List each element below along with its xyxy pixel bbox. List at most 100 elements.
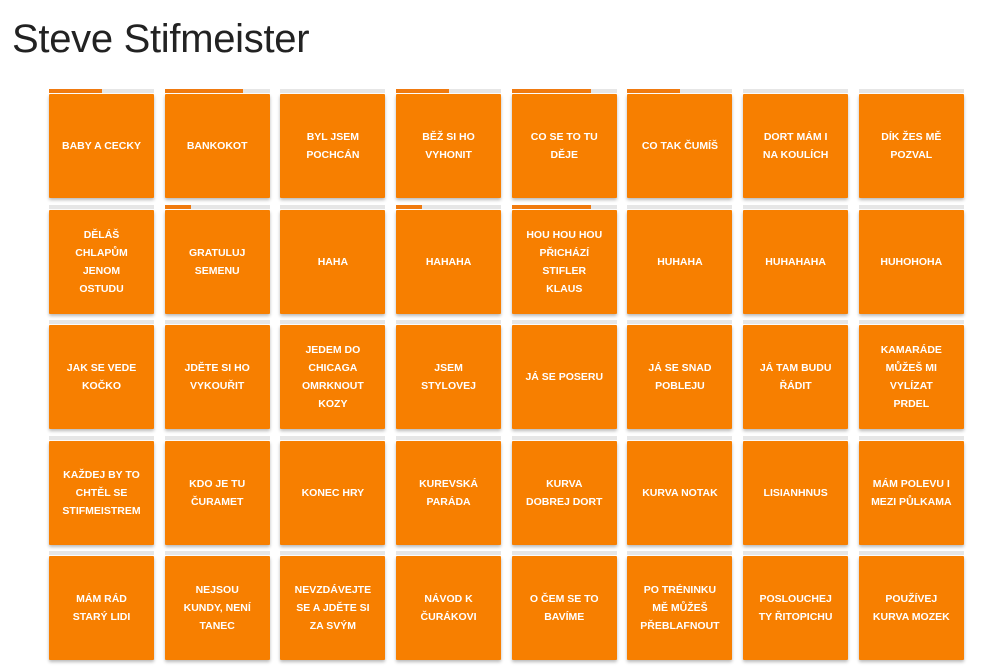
sound-tile: JÁ SE POSERU bbox=[511, 320, 617, 429]
sound-button-label: KURVA DOBREJ DORT bbox=[526, 477, 603, 508]
playback-progress-fill bbox=[396, 204, 423, 209]
sound-button[interactable]: KURVA NOTAK bbox=[627, 440, 733, 545]
sound-button[interactable]: KAŽDEJ BY TO CHTĚL SE STIFMEISTREM bbox=[49, 440, 154, 545]
sound-tile: KONEC HRY bbox=[280, 435, 386, 545]
playback-progress-track bbox=[858, 204, 964, 209]
sound-button[interactable]: JAK SE VEDE KOČKO bbox=[49, 325, 154, 429]
playback-progress-track bbox=[627, 435, 733, 440]
sound-button[interactable]: DÍK ŽES MĚ POZVAL bbox=[858, 94, 964, 198]
sound-button[interactable]: POSLOUCHEJ TY ŘITOPICHU bbox=[743, 556, 849, 660]
sound-button[interactable]: BABY A CECKY bbox=[49, 94, 154, 198]
playback-progress-track bbox=[164, 320, 270, 324]
sound-button[interactable]: HUHOHOHA bbox=[858, 209, 964, 314]
playback-progress-track bbox=[511, 204, 617, 209]
playback-progress-track bbox=[743, 551, 849, 555]
sound-button-label: HUHAHAHA bbox=[765, 255, 826, 268]
sound-tile: CO SE TO TU DĚJE bbox=[511, 89, 617, 198]
playback-progress-track bbox=[396, 204, 502, 209]
sound-tile: PO TRÉNINKU MĚ MŮŽEŠ PŘEBLAFNOUT bbox=[627, 551, 733, 660]
sound-button[interactable]: MÁM POLEVU I MEZI PŮLKAMA bbox=[858, 440, 964, 545]
sound-button[interactable]: HOU HOU HOU PŘICHÁZÍ STIFLER KLAUS bbox=[511, 209, 617, 314]
sound-tile: DORT MÁM I NA KOULÍCH bbox=[743, 89, 849, 198]
sound-tile: JEDEM DO CHICAGA OMRKNOUT KOZY bbox=[280, 320, 386, 429]
playback-progress-track bbox=[49, 204, 154, 209]
sound-button[interactable]: JÁ SE POSERU bbox=[511, 325, 617, 429]
sound-tile: JSEM STYLOVEJ bbox=[396, 320, 502, 429]
sound-button[interactable]: BYL JSEM POCHCÁN bbox=[280, 94, 386, 198]
sound-tile: JÁ SE SNAD POBLEJU bbox=[627, 320, 733, 429]
sound-button[interactable]: KURVA DOBREJ DORT bbox=[511, 440, 617, 545]
sound-button-label: BĚŽ SI HO VYHONIT bbox=[422, 131, 475, 161]
playback-progress-track bbox=[396, 435, 502, 440]
sound-button-label: PO TRÉNINKU MĚ MŮŽEŠ PŘEBLAFNOUT bbox=[640, 584, 720, 632]
sound-button[interactable]: HUHAHA bbox=[627, 209, 733, 314]
sound-tile: HAHAHA bbox=[396, 204, 502, 314]
sound-button[interactable]: HUHAHAHA bbox=[743, 209, 849, 314]
playback-progress-track bbox=[511, 435, 617, 440]
sound-button[interactable]: KAMARÁDE MŮŽEŠ MI VYLÍZAT PRDEL bbox=[858, 325, 964, 429]
page-title: Steve Stifmeister bbox=[12, 17, 310, 61]
sound-button-label: CO TAK ČUMÍŠ bbox=[641, 140, 719, 152]
sound-button[interactable]: KONEC HRY bbox=[280, 440, 386, 545]
playback-progress-track bbox=[49, 551, 154, 555]
sound-button[interactable]: KDO JE TU ČURAMET bbox=[164, 440, 270, 545]
sound-button[interactable]: LISIANHNUS bbox=[743, 440, 849, 545]
sound-button[interactable]: HAHAHA bbox=[396, 209, 502, 314]
sound-tile: HAHA bbox=[280, 204, 386, 314]
sound-button[interactable]: MÁM RÁD STARÝ LIDI bbox=[49, 556, 154, 660]
sound-button-label: BABY A CECKY bbox=[62, 140, 141, 152]
playback-progress-track bbox=[280, 435, 386, 440]
sound-button[interactable]: HAHA bbox=[280, 209, 386, 314]
sound-button[interactable]: DORT MÁM I NA KOULÍCH bbox=[743, 94, 849, 198]
sound-button-label: DĚLÁŠ CHLAPŮM JENOM OSTUDU bbox=[75, 228, 128, 295]
playback-progress-track bbox=[858, 89, 964, 93]
sound-button[interactable]: CO TAK ČUMÍŠ bbox=[627, 94, 733, 198]
sound-button-label: JÁ TAM BUDU ŘÁDIT bbox=[759, 362, 832, 392]
sound-button[interactable]: DĚLÁŠ CHLAPŮM JENOM OSTUDU bbox=[49, 209, 154, 314]
sound-tile: O ČEM SE TO BAVÍME bbox=[511, 551, 617, 660]
sound-button-label: DÍK ŽES MĚ POZVAL bbox=[881, 131, 942, 161]
playback-progress-track bbox=[280, 320, 386, 324]
playback-progress-fill bbox=[511, 204, 591, 209]
sound-button[interactable]: NÁVOD K ČURÁKOVI bbox=[396, 556, 502, 660]
sound-button[interactable]: JDĚTE SI HO VYKOUŘIT bbox=[164, 325, 270, 429]
playback-progress-track bbox=[49, 320, 154, 324]
sound-tile: BYL JSEM POCHCÁN bbox=[280, 89, 386, 198]
playback-progress-track bbox=[858, 551, 964, 555]
sound-button[interactable]: GRATULUJ SEMENU bbox=[164, 209, 270, 314]
sound-button[interactable]: BĚŽ SI HO VYHONIT bbox=[396, 94, 502, 198]
sound-tile: NEJSOU KUNDY, NENÍ TANEC bbox=[164, 551, 270, 660]
sound-button-label: BANKOKOT bbox=[186, 140, 248, 152]
sound-tile: JDĚTE SI HO VYKOUŘIT bbox=[164, 320, 270, 429]
sound-tile: KURVA NOTAK bbox=[627, 435, 733, 545]
page: Steve Stifmeister BABY A CECKY BANKOKOT BY… bbox=[0, 0, 1000, 666]
sound-button[interactable]: POUŽÍVEJ KURVA MOZEK bbox=[858, 556, 964, 660]
sound-button-label: CO SE TO TU DĚJE bbox=[530, 131, 598, 161]
playback-progress-track bbox=[858, 320, 964, 324]
sound-button[interactable]: JÁ TAM BUDU ŘÁDIT bbox=[743, 325, 849, 429]
sound-button[interactable]: JEDEM DO CHICAGA OMRKNOUT KOZY bbox=[280, 325, 386, 429]
sound-tile: CO TAK ČUMÍŠ bbox=[627, 89, 733, 198]
sound-tile: BABY A CECKY bbox=[49, 89, 154, 198]
sound-button[interactable]: PO TRÉNINKU MĚ MŮŽEŠ PŘEBLAFNOUT bbox=[627, 556, 733, 660]
sound-button[interactable]: BANKOKOT bbox=[164, 94, 270, 198]
sound-tile: KURVA DOBREJ DORT bbox=[511, 435, 617, 545]
sound-button-label: POUŽÍVEJ KURVA MOZEK bbox=[872, 593, 950, 623]
sound-button[interactable]: JÁ SE SNAD POBLEJU bbox=[627, 325, 733, 429]
playback-progress-fill bbox=[396, 89, 449, 93]
sound-tile: POSLOUCHEJ TY ŘITOPICHU bbox=[743, 551, 849, 660]
sound-tile: MÁM RÁD STARÝ LIDI bbox=[49, 551, 154, 660]
sound-button[interactable]: JSEM STYLOVEJ bbox=[396, 325, 502, 429]
sound-button[interactable]: KUREVSKÁ PARÁDA bbox=[396, 440, 502, 545]
sound-button-label: HAHA bbox=[317, 255, 349, 268]
sound-button[interactable]: NEVZDÁVEJTE SE A JDĚTE SI ZA SVÝM bbox=[280, 556, 386, 660]
sound-tile: HOU HOU HOU PŘICHÁZÍ STIFLER KLAUS bbox=[511, 204, 617, 314]
sound-button[interactable]: NEJSOU KUNDY, NENÍ TANEC bbox=[164, 556, 270, 660]
sound-button-label: KAŽDEJ BY TO CHTĚL SE STIFMEISTREM bbox=[62, 468, 141, 517]
sound-button[interactable]: CO SE TO TU DĚJE bbox=[511, 94, 617, 198]
sound-button-label: NEJSOU KUNDY, NENÍ TANEC bbox=[183, 584, 251, 632]
sound-button-label: BYL JSEM POCHCÁN bbox=[306, 131, 360, 161]
sound-button[interactable]: O ČEM SE TO BAVÍME bbox=[511, 556, 617, 660]
playback-progress-track bbox=[396, 551, 502, 555]
sound-tile: KAMARÁDE MŮŽEŠ MI VYLÍZAT PRDEL bbox=[858, 320, 964, 429]
